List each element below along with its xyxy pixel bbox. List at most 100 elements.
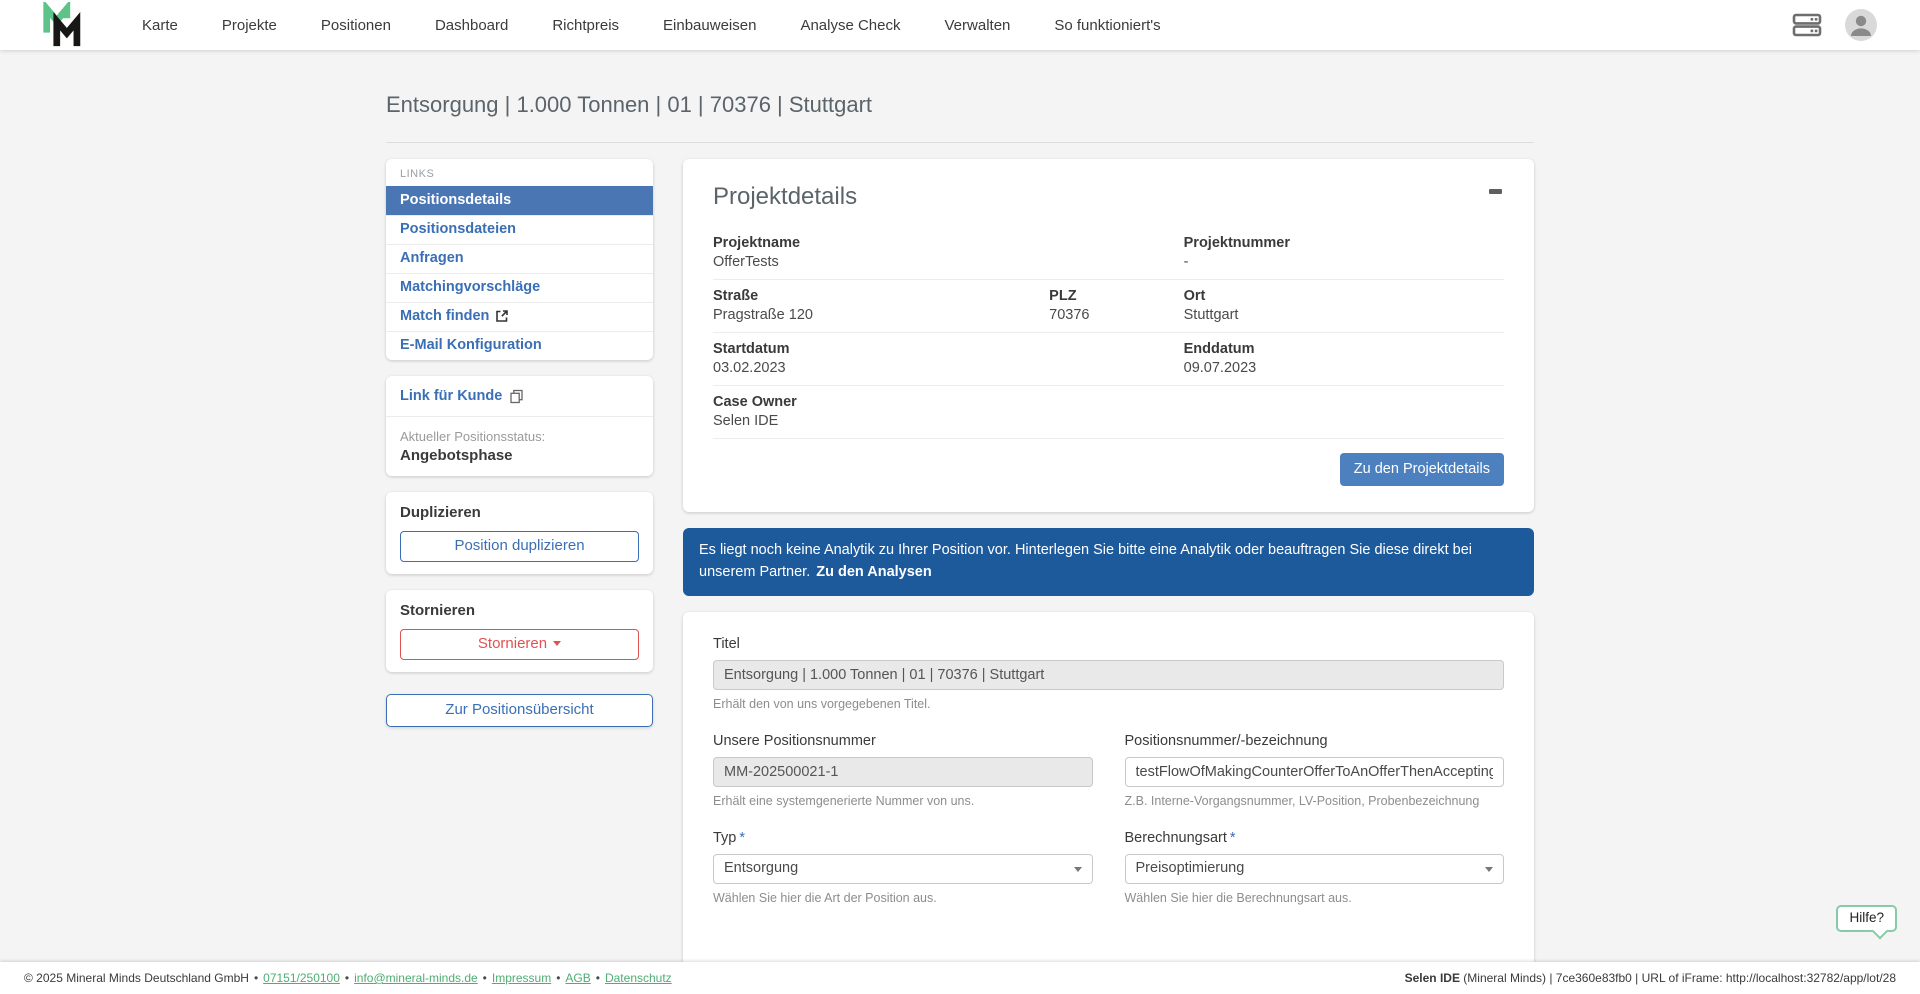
sidebar-item-match-finden[interactable]: Match finden	[386, 302, 653, 331]
copyright-text: © 2025 Mineral Minds Deutschland GmbH	[24, 971, 249, 985]
main-content: Projektdetails Projektname OfferTests Pr…	[683, 159, 1534, 994]
berechnungsart-select[interactable]: Preisoptimierung	[1124, 853, 1504, 884]
case-owner-value: Selen IDE	[713, 413, 779, 429]
berechnungsart-help-text: Wählen Sie hier die Berechnungsart aus.	[1124, 890, 1352, 905]
our-position-number-label: Unsere Positionsnummer	[713, 732, 876, 749]
footer-datenschutz-link[interactable]: Datenschutz	[605, 971, 672, 985]
go-to-project-details-button[interactable]: Zu den Projektdetails	[1339, 453, 1504, 486]
customer-link[interactable]: Link für Kunde	[400, 388, 639, 404]
links-panel: LINKS Positionsdetails Positionsdateien …	[386, 159, 653, 360]
sidebar: LINKS Positionsdetails Positionsdateien …	[386, 159, 653, 727]
footer-email-link[interactable]: info@mineral-minds.de	[354, 971, 478, 985]
sidebar-item-label: Positionsdetails	[400, 192, 512, 208]
copy-icon	[509, 389, 524, 404]
nav-item-karte[interactable]: Karte	[142, 17, 178, 34]
footer-session-text: (Mineral Minds) | 7ce360e83fb0 | URL of …	[1459, 971, 1896, 985]
footer-session-info: Selen IDE (Mineral Minds) | 7ce360e83fb0…	[1405, 971, 1896, 985]
position-number-help: Z.B. Interne-Vorgangsnummer, LV-Position…	[1124, 793, 1480, 808]
title-divider	[386, 142, 1534, 143]
sidebar-item-positionsdateien[interactable]: Positionsdateien	[386, 215, 653, 244]
titel-label: Titel	[713, 635, 740, 652]
project-row-name-number: Projektname OfferTests Projektnummer -	[713, 227, 1504, 280]
berechnungsart-label-text: Berechnungsart	[1124, 829, 1227, 846]
project-details-title: Projektdetails	[713, 183, 858, 210]
top-navbar: Karte Projekte Positionen Dashboard Rich…	[0, 0, 1920, 50]
berechnungsart-label: Berechnungsart *	[1125, 830, 1505, 846]
enddatum-value: 09.07.2023	[1183, 360, 1257, 376]
user-avatar-icon[interactable]	[1844, 8, 1878, 42]
customer-link-panel: Link für Kunde Aktueller Positionsstatus…	[386, 376, 653, 476]
chevron-down-icon	[1073, 866, 1082, 872]
projektname-value: OfferTests	[713, 254, 779, 270]
divider	[386, 416, 653, 417]
footer-impressum-link[interactable]: Impressum	[492, 971, 551, 985]
our-position-number-group: Unsere Positionsnummer Erhält eine syste…	[713, 733, 1093, 808]
project-row-owner: Case Owner Selen IDE	[713, 386, 1504, 439]
typ-select[interactable]: Entsorgung	[713, 853, 1093, 884]
separator-dot: •	[482, 971, 487, 985]
sidebar-item-label: Match finden	[400, 308, 490, 324]
navbar-right	[1792, 8, 1878, 42]
footer: © 2025 Mineral Minds Deutschland GmbH • …	[0, 962, 1920, 994]
enddatum-label: Enddatum	[1183, 341, 1255, 357]
position-form-card: Titel Erhält den von uns vorgegebenen Ti…	[683, 611, 1534, 994]
berechnungsart-selected-value: Preisoptimierung	[1135, 859, 1245, 876]
nav-item-analyse-check[interactable]: Analyse Check	[800, 17, 900, 34]
titel-input[interactable]	[713, 659, 1504, 690]
go-to-analyses-link[interactable]: Zu den Analysen	[816, 564, 931, 580]
typ-label-text: Typ	[713, 829, 737, 846]
strasse-value: Pragstraße 120	[713, 307, 813, 323]
ort-label: Ort	[1183, 288, 1206, 304]
cancel-panel: Stornieren Stornieren	[386, 590, 653, 672]
collapse-icon[interactable]	[1487, 183, 1504, 200]
main-nav: Karte Projekte Positionen Dashboard Rich…	[142, 17, 1161, 34]
startdatum-label: Startdatum	[713, 341, 790, 357]
typ-field-group: Typ * Entsorgung Wählen Sie hier die Art …	[713, 830, 1093, 905]
separator-dot: •	[344, 971, 350, 985]
nav-item-positionen[interactable]: Positionen	[321, 17, 391, 34]
footer-user-name: Selen IDE	[1404, 971, 1460, 985]
footer-agb-link[interactable]: AGB	[565, 971, 590, 985]
sidebar-item-email-konfiguration[interactable]: E-Mail Konfiguration	[386, 331, 653, 360]
nav-item-dashboard[interactable]: Dashboard	[435, 17, 508, 34]
sidebar-item-matchingvorschlaege[interactable]: Matchingvorschläge	[386, 273, 653, 302]
sidebar-item-label: E-Mail Konfiguration	[400, 337, 542, 353]
sidebar-item-label: Positionsdateien	[400, 221, 517, 237]
sidebar-item-positionsdetails[interactable]: Positionsdetails	[386, 186, 653, 215]
project-row-address: Straße Pragstraße 120 PLZ 70376 Ort Stut…	[713, 280, 1504, 333]
server-icon[interactable]	[1792, 13, 1822, 37]
help-button[interactable]: Hilfe?	[1836, 905, 1897, 932]
position-number-input[interactable]	[1124, 756, 1504, 787]
position-status-label: Aktueller Positionsstatus:	[400, 429, 546, 444]
footer-phone-link[interactable]: 07151/250100	[263, 971, 340, 985]
duplicate-panel: Duplizieren Position duplizieren	[386, 492, 653, 574]
chevron-down-icon	[553, 641, 562, 646]
external-link-icon	[495, 309, 509, 323]
typ-selected-value: Entsorgung	[724, 859, 799, 876]
banner-text: Es liegt noch keine Analytik zu Ihrer Po…	[699, 542, 1472, 580]
projektnummer-label: Projektnummer	[1183, 235, 1291, 251]
cancel-dropdown-button[interactable]: Stornieren	[400, 629, 639, 660]
our-position-number-help: Erhält eine systemgenerierte Nummer von …	[713, 793, 975, 808]
nav-item-einbauweisen[interactable]: Einbauweisen	[663, 17, 756, 34]
sidebar-item-anfragen[interactable]: Anfragen	[386, 244, 653, 273]
our-position-number-input[interactable]	[713, 756, 1093, 787]
titel-field-group: Titel Erhält den von uns vorgegebenen Ti…	[713, 636, 1504, 711]
links-panel-header: LINKS	[400, 168, 435, 180]
cancel-heading: Stornieren	[400, 602, 476, 619]
nav-item-verwalten[interactable]: Verwalten	[945, 17, 1011, 34]
customer-link-label: Link für Kunde	[400, 388, 503, 404]
nav-item-richtpreis[interactable]: Richtpreis	[552, 17, 619, 34]
nav-item-projekte[interactable]: Projekte	[222, 17, 277, 34]
nav-item-so-funktionierts[interactable]: So funktioniert's	[1054, 17, 1160, 34]
required-asterisk: *	[1229, 829, 1236, 846]
project-row-dates: Startdatum 03.02.2023 Enddatum 09.07.202…	[713, 333, 1504, 386]
duplicate-position-button[interactable]: Position duplizieren	[400, 531, 639, 562]
separator-dot: •	[253, 971, 259, 985]
page-title: Entsorgung | 1.000 Tonnen | 01 | 70376 |…	[386, 92, 873, 117]
position-overview-button[interactable]: Zur Positionsübersicht	[386, 694, 653, 727]
mineral-minds-logo-icon[interactable]	[40, 2, 86, 48]
sidebar-item-label: Anfragen	[400, 250, 464, 266]
berechnungsart-field-group: Berechnungsart * Preisoptimierung Wählen …	[1124, 830, 1505, 905]
page-container: Entsorgung | 1.000 Tonnen | 01 | 70376 |…	[386, 92, 1534, 994]
